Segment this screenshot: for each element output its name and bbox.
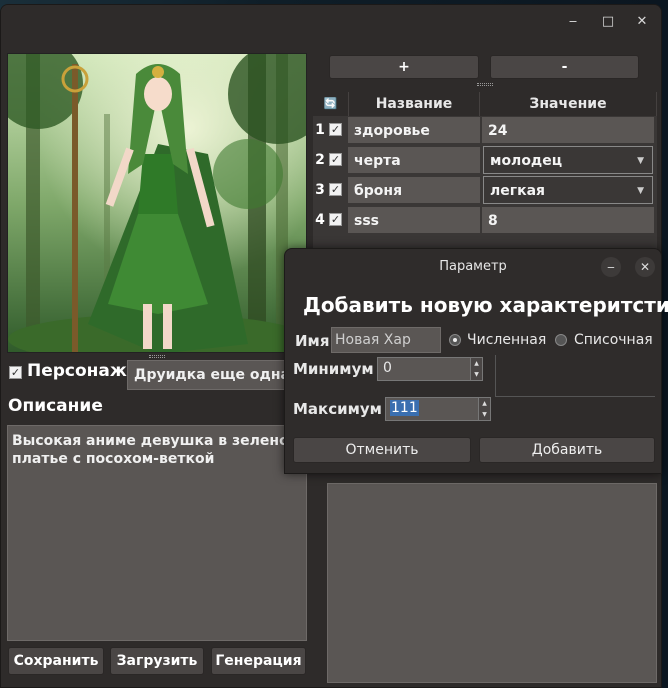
row-name-cell[interactable]: черта [347, 146, 481, 174]
splitter-handle[interactable] [477, 83, 493, 86]
chevron-down-icon: ▼ [637, 186, 644, 196]
description-preview-panel [327, 483, 657, 683]
dialog-close-icon[interactable]: ✕ [635, 257, 655, 277]
add-param-button[interactable]: + [329, 55, 479, 79]
generate-button[interactable]: Генерация [211, 647, 306, 675]
character-portrait [7, 53, 307, 353]
character-checkbox[interactable]: ✓ [9, 366, 22, 379]
min-value: 0 [383, 360, 392, 376]
min-spinbox[interactable]: 0 ▲ ▼ [377, 357, 483, 381]
row-name-cell[interactable]: здоровье [347, 116, 481, 144]
row-value-cell[interactable]: 24 [481, 116, 655, 144]
params-table: 🔄 Название Значение 1 ✓ здоровье 24 2 ✓ … [313, 92, 657, 252]
row-number: 1 [315, 122, 325, 138]
character-label: Персонаж [27, 361, 127, 381]
max-value: 111 [390, 400, 419, 416]
radio-numeric[interactable] [449, 334, 461, 346]
row-name-cell[interactable]: sss [347, 206, 481, 234]
radio-numeric-label[interactable]: Численная [467, 332, 546, 348]
dialog-minimize-icon[interactable]: ‒ [601, 257, 621, 277]
row-checkbox[interactable]: ✓ [329, 153, 342, 166]
remove-param-button[interactable]: - [490, 55, 639, 79]
max-label: Максимум [293, 400, 382, 418]
refresh-icon[interactable]: 🔄 [313, 92, 349, 116]
radio-list-label[interactable]: Списочная [574, 332, 653, 348]
name-label: Имя [295, 332, 330, 350]
list-options-area [495, 355, 655, 397]
dialog-heading: Добавить новую характеритстику [303, 293, 668, 317]
row-number: 3 [315, 182, 325, 198]
min-label: Минимум [293, 360, 374, 378]
description-label: Описание [8, 396, 103, 416]
parameter-dialog: Параметр ‒ ✕ Добавить новую характеритст… [284, 248, 668, 474]
header-name[interactable]: Название [349, 92, 480, 116]
row-number: 2 [315, 152, 325, 168]
radio-list[interactable] [555, 334, 567, 346]
combo-value: молодец [490, 153, 563, 169]
save-button[interactable]: Сохранить [8, 647, 104, 675]
maximize-icon[interactable]: □ [599, 13, 617, 31]
row-value-combo[interactable]: молодец ▼ [483, 146, 653, 174]
row-checkbox[interactable]: ✓ [329, 123, 342, 136]
dialog-title: Параметр [439, 259, 507, 274]
row-value-combo[interactable]: легкая ▼ [483, 176, 653, 204]
row-number: 4 [315, 212, 325, 228]
load-button[interactable]: Загрузить [110, 647, 204, 675]
combo-value: легкая [490, 183, 546, 199]
character-name-input[interactable]: Друидка еще одна [127, 360, 287, 390]
chevron-down-icon: ▼ [637, 156, 644, 166]
max-spinbox[interactable]: 111 ▲ ▼ [385, 397, 491, 421]
spin-arrows-icon[interactable]: ▲ ▼ [478, 398, 490, 420]
cancel-button[interactable]: Отменить [293, 437, 471, 463]
panel-splitter-handle[interactable] [149, 355, 165, 358]
row-name-cell[interactable]: броня [347, 176, 481, 204]
row-checkbox[interactable]: ✓ [329, 213, 342, 226]
add-button[interactable]: Добавить [479, 437, 655, 463]
spin-arrows-icon[interactable]: ▲ ▼ [470, 358, 482, 380]
description-textarea[interactable]: Высокая аниме девушка в зеленом платье с… [7, 425, 307, 641]
dialog-title-bar: Параметр ‒ ✕ [285, 249, 661, 285]
row-checkbox[interactable]: ✓ [329, 183, 342, 196]
minimize-icon[interactable]: ‒ [564, 13, 582, 31]
header-value[interactable]: Значение [480, 92, 657, 116]
close-icon[interactable]: ✕ [633, 13, 651, 31]
row-value-cell[interactable]: 8 [481, 206, 655, 234]
title-bar: ‒ □ ✕ [1, 5, 661, 39]
param-name-input[interactable]: Новая Хар [331, 327, 441, 353]
